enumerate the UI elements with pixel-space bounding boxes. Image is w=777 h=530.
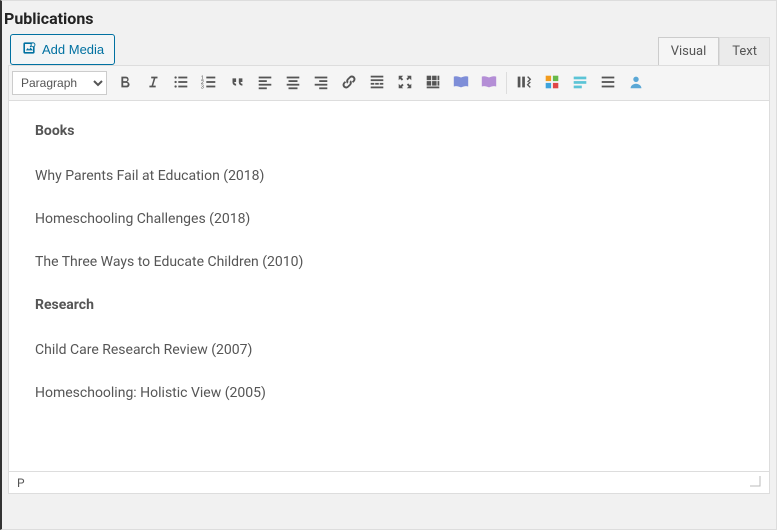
- link-icon: [340, 73, 358, 94]
- italic-button[interactable]: [140, 70, 166, 96]
- editor-statusbar: P: [9, 471, 769, 493]
- numbered-list-button[interactable]: 123: [196, 70, 222, 96]
- add-media-label: Add Media: [42, 42, 104, 57]
- bold-icon: [116, 73, 134, 94]
- svg-text:3: 3: [201, 84, 204, 90]
- editor-toolbar: Paragraph 123: [9, 66, 769, 101]
- add-media-button[interactable]: Add Media: [10, 34, 115, 65]
- fullscreen-button[interactable]: [392, 70, 418, 96]
- content-line[interactable]: Why Parents Fail at Education (2018): [35, 166, 743, 187]
- align-right-button[interactable]: [308, 70, 334, 96]
- bullet-list-icon: [172, 73, 190, 94]
- align-center-icon: [284, 73, 302, 94]
- editor-tabs: Visual Text: [658, 37, 770, 65]
- align-center-button[interactable]: [280, 70, 306, 96]
- content-line[interactable]: Homeschooling: Holistic View (2005): [35, 383, 743, 404]
- hamburger-icon: [599, 73, 617, 94]
- hamburger-button[interactable]: [595, 70, 621, 96]
- color-blocks-icon: [543, 73, 561, 94]
- element-path: P: [17, 476, 25, 490]
- align-right-icon: [312, 73, 330, 94]
- fullscreen-icon: [396, 73, 414, 94]
- read-more-icon: [368, 73, 386, 94]
- insert-column-button[interactable]: [511, 70, 537, 96]
- blockquote-icon: [228, 73, 246, 94]
- content-heading[interactable]: Research: [35, 295, 743, 316]
- align-left-icon: [256, 73, 274, 94]
- align-left-button[interactable]: [252, 70, 278, 96]
- tab-visual[interactable]: Visual: [658, 37, 720, 65]
- toolbar-toggle-icon: [424, 73, 442, 94]
- book1-button[interactable]: [448, 70, 474, 96]
- toolbar-toggle-button[interactable]: [420, 70, 446, 96]
- link-button[interactable]: [336, 70, 362, 96]
- insert-column-icon: [515, 73, 533, 94]
- user-icon: [627, 73, 645, 94]
- blockquote-button[interactable]: [224, 70, 250, 96]
- content-heading[interactable]: Books: [35, 121, 743, 142]
- format-select[interactable]: Paragraph: [12, 71, 107, 95]
- resize-grip[interactable]: [749, 475, 761, 490]
- highlight-button[interactable]: [567, 70, 593, 96]
- content-line[interactable]: The Three Ways to Educate Children (2010…: [35, 252, 743, 273]
- content-line[interactable]: Homeschooling Challenges (2018): [35, 209, 743, 230]
- user-button[interactable]: [623, 70, 649, 96]
- media-icon: [21, 40, 37, 59]
- book-open-solid-icon: [480, 73, 498, 94]
- bold-button[interactable]: [112, 70, 138, 96]
- highlight-icon: [571, 73, 589, 94]
- numbered-list-icon: 123: [200, 73, 218, 94]
- editor-header: Publications: [2, 1, 776, 34]
- read-more-button[interactable]: [364, 70, 390, 96]
- editor-wrapper: Paragraph 123 Books Why Parents Fail at E…: [8, 65, 770, 494]
- toolbar-separator: [506, 72, 507, 94]
- book-open-icon: [452, 73, 470, 94]
- bullet-list-button[interactable]: [168, 70, 194, 96]
- content-line[interactable]: Child Care Research Review (2007): [35, 340, 743, 361]
- italic-icon: [144, 73, 162, 94]
- color-blocks-button[interactable]: [539, 70, 565, 96]
- editor-content[interactable]: Books Why Parents Fail at Education (2018…: [9, 101, 769, 471]
- book2-button[interactable]: [476, 70, 502, 96]
- page-title: Publications: [4, 9, 776, 28]
- tab-text[interactable]: Text: [719, 37, 770, 65]
